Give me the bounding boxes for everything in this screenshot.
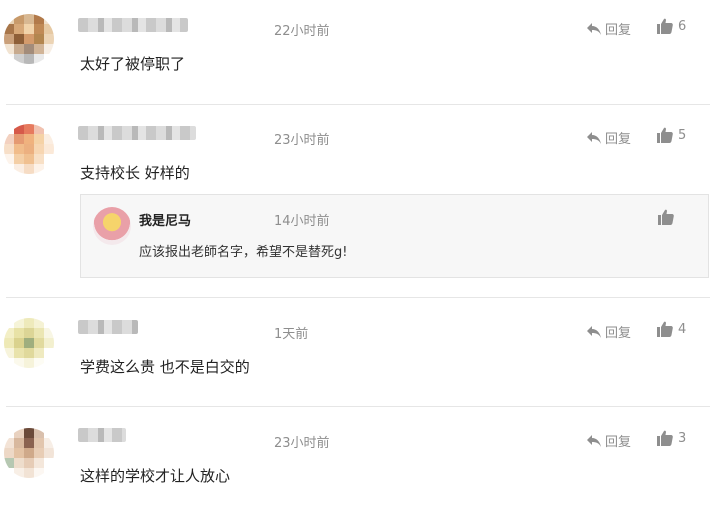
avatar[interactable] — [93, 207, 131, 245]
like-button[interactable]: 3 — [657, 430, 686, 446]
comment-text: 这样的学校才让人放心 — [80, 467, 231, 485]
comment-text: 学费这么贵 也不是白交的 — [80, 358, 250, 376]
like-button[interactable]: 6 — [657, 18, 686, 34]
avatar[interactable] — [4, 14, 54, 64]
reply-arrow-icon — [586, 131, 602, 145]
like-button[interactable]: 4 — [657, 321, 686, 337]
avatar[interactable] — [4, 124, 54, 174]
username[interactable] — [78, 428, 126, 442]
thumbs-up-icon — [657, 430, 673, 446]
username[interactable] — [78, 18, 188, 32]
divider — [6, 406, 710, 407]
comment-time: 23小时前 — [274, 133, 330, 148]
reply-arrow-icon — [586, 325, 602, 339]
comment-text: 支持校长 好样的 — [80, 164, 190, 182]
thumbs-up-icon — [658, 209, 674, 225]
reply-button[interactable]: 回复 — [586, 431, 631, 450]
username[interactable] — [78, 126, 196, 140]
reply-text: 应该报出老師名字，希望不是替死g! — [139, 245, 348, 260]
reply-arrow-icon — [586, 22, 602, 36]
like-count: 4 — [678, 321, 687, 337]
nested-reply: 我是尼马 14小时前 应该报出老師名字，希望不是替死g! — [80, 194, 709, 278]
thumbs-up-icon — [657, 321, 673, 337]
divider — [6, 297, 710, 298]
comment-time: 22小时前 — [274, 24, 330, 39]
avatar[interactable] — [4, 318, 54, 368]
reply-label: 回复 — [605, 23, 632, 38]
like-count: 3 — [678, 430, 687, 446]
reply-button[interactable]: 回复 — [586, 128, 631, 147]
comment-text: 太好了被停职了 — [80, 55, 186, 73]
reply-arrow-icon — [586, 434, 602, 448]
reply-username[interactable]: 我是尼马 — [139, 210, 191, 229]
like-count: 6 — [678, 18, 687, 34]
username[interactable] — [78, 320, 138, 334]
like-count: 5 — [678, 127, 687, 143]
comment-time: 1天前 — [274, 327, 309, 342]
divider — [6, 104, 710, 105]
reply-label: 回复 — [605, 326, 632, 341]
like-button[interactable] — [658, 209, 674, 225]
reply-label: 回复 — [605, 132, 632, 147]
avatar[interactable] — [4, 428, 54, 478]
reply-button[interactable]: 回复 — [586, 322, 631, 341]
reply-time: 14小时前 — [274, 214, 330, 229]
reply-label: 回复 — [605, 435, 632, 450]
reply-button[interactable]: 回复 — [586, 19, 631, 38]
comment-time: 23小时前 — [274, 436, 330, 451]
thumbs-up-icon — [657, 127, 673, 143]
like-button[interactable]: 5 — [657, 127, 686, 143]
thumbs-up-icon — [657, 18, 673, 34]
